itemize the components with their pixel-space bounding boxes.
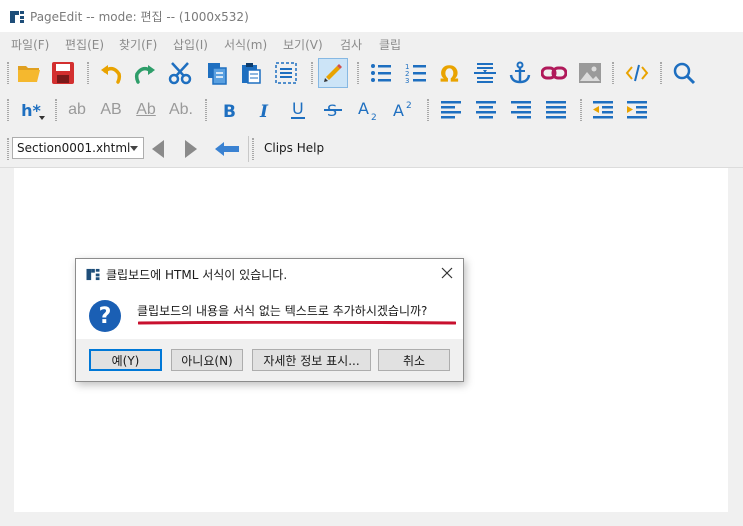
window-title: PageEdit -- mode: 편집 -- (1000x532) <box>30 10 249 24</box>
undo-icon[interactable] <box>96 58 126 88</box>
toolbar-grip[interactable] <box>55 99 57 121</box>
image-icon[interactable] <box>575 58 605 88</box>
svg-text:3: 3 <box>405 77 409 84</box>
underline-icon[interactable]: U <box>283 95 313 125</box>
section-file-value: Section0001.xhtml <box>17 141 131 155</box>
svg-text:2: 2 <box>371 113 377 122</box>
question-icon: ? <box>89 300 121 332</box>
edit-pencil-icon[interactable] <box>318 58 348 88</box>
pageedit-logo-icon <box>86 268 100 281</box>
heading-label: h* <box>21 100 41 120</box>
chevron-down-icon <box>130 146 138 151</box>
toolbar-grip[interactable] <box>252 138 254 160</box>
titlecase-label: Ab <box>136 101 156 118</box>
yes-button[interactable]: 예(Y) <box>89 349 162 371</box>
clips-help-label[interactable]: Clips Help <box>264 141 324 155</box>
lowercase-button[interactable]: ab <box>62 95 92 125</box>
dialog-message: 클립보드의 내용을 서식 없는 텍스트로 추가하시겠습니까? <box>137 304 428 318</box>
strikethrough-icon[interactable]: S <box>318 95 348 125</box>
align-left-icon[interactable] <box>436 95 466 125</box>
menu-bar: 파일(F) 편집(E) 찾기(F) 삽입(I) 서식(m) 보기(V) 검사 클… <box>0 32 743 54</box>
justify-icon[interactable] <box>541 95 571 125</box>
align-right-icon[interactable] <box>506 95 536 125</box>
toolbar-grip[interactable] <box>660 62 662 84</box>
select-all-icon[interactable] <box>271 58 301 88</box>
toolbar-grip[interactable] <box>87 62 89 84</box>
toolbar-grip[interactable] <box>357 62 359 84</box>
menu-view[interactable]: 보기(V) <box>283 36 323 53</box>
insert-break-icon[interactable] <box>470 58 500 88</box>
return-arrow-icon[interactable] <box>212 134 242 164</box>
clipboard-format-dialog: 클립보드에 HTML 서식이 있습니다. ? 클립보드의 내용을 서식 없는 텍… <box>75 258 464 382</box>
svg-text:2: 2 <box>406 101 412 111</box>
svg-text:Ω: Ω <box>440 63 459 85</box>
menu-edit[interactable]: 편집(E) <box>65 36 104 53</box>
sentencecase-button[interactable]: Ab. <box>166 95 196 125</box>
indent-icon[interactable] <box>622 95 652 125</box>
code-view-icon[interactable] <box>622 58 652 88</box>
superscript-icon[interactable]: A2 <box>388 95 418 125</box>
back-arrow-icon[interactable] <box>143 134 173 164</box>
format-toolbar: h* ab AB Ab Ab. B I U S A2 A2 <box>0 91 743 131</box>
italic-icon[interactable]: I <box>249 95 279 125</box>
toolbar-separator <box>248 136 249 162</box>
dropdown-triangle-icon <box>39 116 45 120</box>
toolbar-grip[interactable] <box>7 138 9 160</box>
sentencecase-label: Ab. <box>168 101 193 118</box>
toolbar-grip[interactable] <box>7 62 9 84</box>
section-file-select[interactable]: Section0001.xhtml <box>12 137 144 159</box>
dialog-button-area: 예(Y) 아니요(N) 자세한 정보 표시... 취소 <box>76 339 463 381</box>
close-icon[interactable] <box>439 265 455 281</box>
menu-file[interactable]: 파일(F) <box>11 36 49 53</box>
search-icon[interactable] <box>669 58 699 88</box>
titlecase-button[interactable]: Ab <box>131 95 161 125</box>
show-details-button[interactable]: 자세한 정보 표시... <box>252 349 371 371</box>
copy-icon[interactable] <box>202 58 232 88</box>
cut-icon[interactable] <box>165 58 195 88</box>
forward-arrow-icon[interactable] <box>176 134 206 164</box>
link-icon[interactable] <box>539 58 569 88</box>
main-toolbar: 123 Ω <box>0 54 743 92</box>
toolbar-grip[interactable] <box>205 99 207 121</box>
omega-special-char-icon[interactable]: Ω <box>435 58 465 88</box>
pageedit-logo-icon <box>10 11 24 23</box>
menu-format[interactable]: 서식(m) <box>224 36 267 53</box>
toolbar-grip[interactable] <box>7 99 9 121</box>
red-underline-annotation <box>138 321 456 325</box>
heading-dropdown[interactable]: h* <box>14 95 48 125</box>
toolbar-grip[interactable] <box>580 99 582 121</box>
toolbar-grip[interactable] <box>612 62 614 84</box>
navigation-toolbar: Section0001.xhtml Clips Help <box>0 130 743 168</box>
svg-text:A: A <box>393 101 404 120</box>
no-button[interactable]: 아니요(N) <box>171 349 243 371</box>
bold-icon[interactable]: B <box>214 95 244 125</box>
svg-text:U: U <box>292 99 304 118</box>
outdent-icon[interactable] <box>588 95 618 125</box>
toolbar-grip[interactable] <box>311 62 313 84</box>
open-folder-icon[interactable] <box>14 58 44 88</box>
paste-icon[interactable] <box>236 58 266 88</box>
save-icon[interactable] <box>48 58 78 88</box>
svg-text:A: A <box>358 99 369 118</box>
align-center-icon[interactable] <box>471 95 501 125</box>
lowercase-label: ab <box>68 101 86 118</box>
redo-icon[interactable] <box>130 58 160 88</box>
numbered-list-icon[interactable]: 123 <box>401 58 431 88</box>
cancel-button[interactable]: 취소 <box>378 349 450 371</box>
anchor-icon[interactable] <box>505 58 535 88</box>
title-bar: PageEdit -- mode: 편집 -- (1000x532) <box>0 0 743 32</box>
svg-text:B: B <box>223 102 236 120</box>
menu-find[interactable]: 찾기(F) <box>119 36 157 53</box>
toolbar-grip[interactable] <box>427 99 429 121</box>
svg-text:I: I <box>259 102 269 120</box>
bullet-list-icon[interactable] <box>366 58 396 88</box>
menu-clips[interactable]: 클립 <box>379 36 401 53</box>
uppercase-label: AB <box>100 101 122 118</box>
subscript-icon[interactable]: A2 <box>353 95 383 125</box>
dialog-title: 클립보드에 HTML 서식이 있습니다. <box>106 268 288 282</box>
menu-check[interactable]: 검사 <box>340 36 362 53</box>
menu-insert[interactable]: 삽입(I) <box>173 36 208 53</box>
uppercase-button[interactable]: AB <box>96 95 126 125</box>
